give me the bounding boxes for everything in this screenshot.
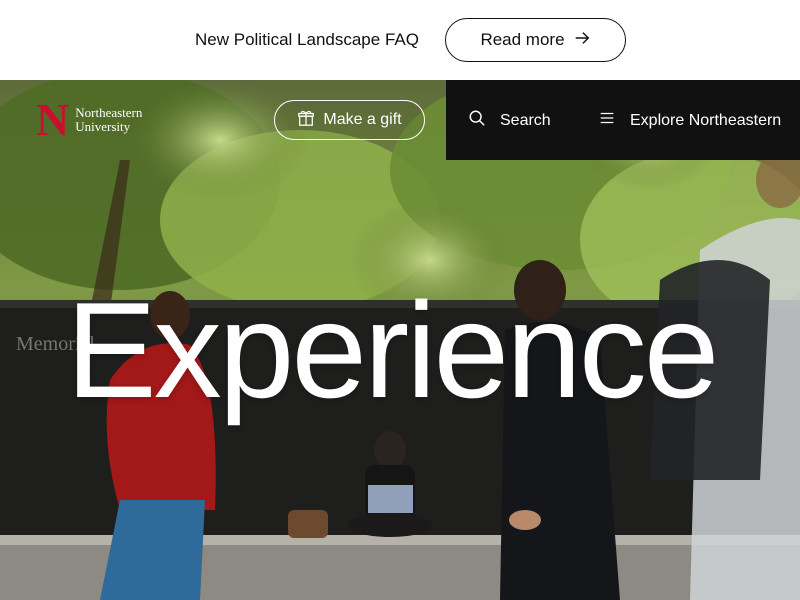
banner-text: New Political Landscape FAQ — [195, 30, 419, 49]
logo-line-2: University — [75, 119, 131, 134]
explore-label: Explore Northeastern — [630, 111, 782, 129]
read-more-button[interactable]: Read more — [445, 18, 626, 62]
northeastern-logo[interactable]: N Northeastern University — [36, 94, 142, 145]
hero-headline: Experience — [66, 274, 719, 426]
logo-mark: N — [36, 94, 70, 145]
announcement-banner: New Political Landscape FAQ Read more — [0, 0, 800, 80]
make-a-gift-label: Make a gift — [323, 111, 402, 128]
top-nav: Search Explore Northeastern — [446, 80, 800, 160]
logo-line-1: Northeastern — [75, 105, 143, 120]
explore-northeastern-button[interactable]: Explore Northeastern — [598, 109, 781, 132]
logo-wordmark: Northeastern University — [75, 106, 142, 134]
gift-icon — [297, 109, 315, 132]
arrow-right-icon — [573, 29, 591, 52]
search-label: Search — [500, 111, 551, 129]
hero-section: Memorial N Northeastern University Make … — [0, 80, 800, 600]
menu-icon — [598, 109, 616, 132]
make-a-gift-button[interactable]: Make a gift — [274, 100, 425, 140]
read-more-label: Read more — [480, 30, 565, 49]
search-icon — [468, 109, 486, 132]
search-button[interactable]: Search — [468, 109, 551, 132]
